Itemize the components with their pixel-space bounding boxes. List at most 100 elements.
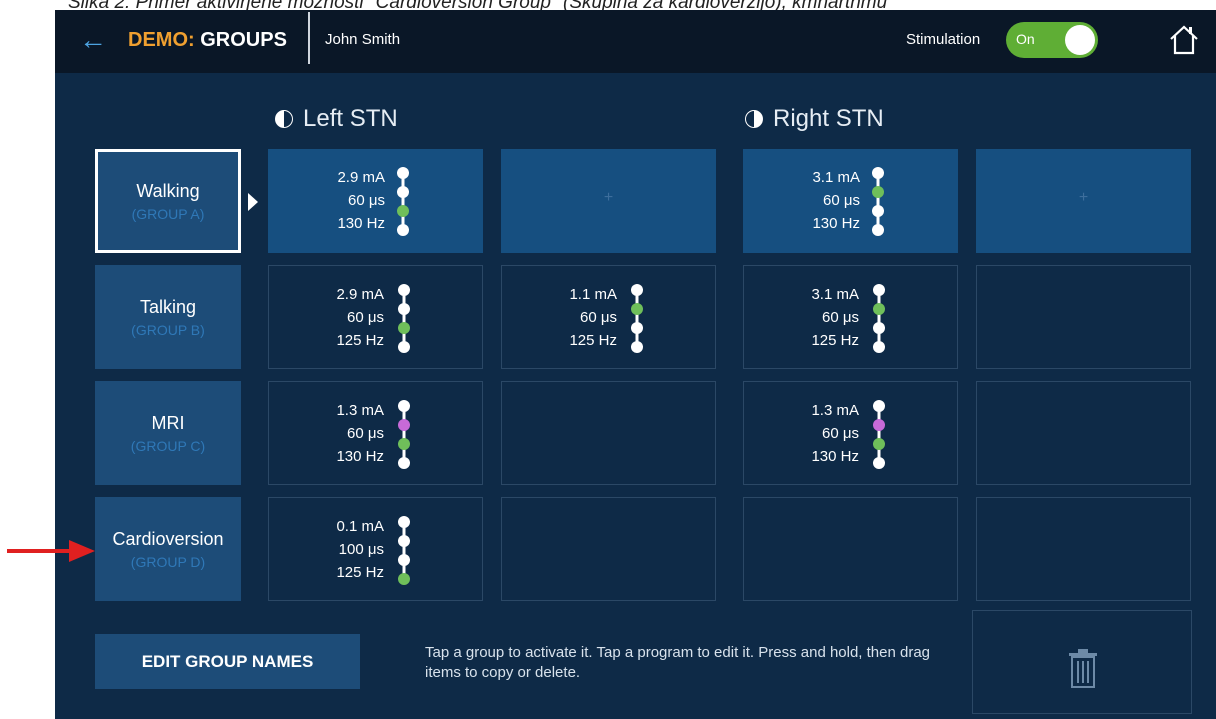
left-stn-label: Left STN bbox=[303, 105, 398, 132]
contact-cathode bbox=[872, 186, 884, 198]
program-freq: 125 Hz bbox=[336, 332, 384, 349]
program-amp: 3.1 mA bbox=[811, 286, 859, 303]
trash-drop-zone[interactable] bbox=[972, 610, 1192, 714]
contact-off bbox=[631, 341, 643, 353]
contact-cathode bbox=[397, 205, 409, 217]
group-talking-button[interactable]: Talking (GROUP B) bbox=[95, 265, 241, 369]
patient-name: John Smith bbox=[325, 31, 401, 48]
toggle-knob bbox=[1065, 25, 1095, 55]
red-callout-arrow-icon bbox=[7, 540, 95, 562]
program-amp: 2.9 mA bbox=[336, 286, 384, 303]
contact-cathode bbox=[631, 303, 643, 315]
lead-contacts-icon bbox=[631, 284, 643, 353]
top-bar: ← DEMO: GROUPS John Smith Stimulation On bbox=[55, 10, 1216, 73]
program-pw: 60 μs bbox=[348, 192, 385, 209]
empty-program-cell[interactable] bbox=[976, 265, 1191, 369]
contact-off bbox=[397, 167, 409, 179]
lead-contacts-icon bbox=[397, 167, 409, 236]
program-amp: 3.1 mA bbox=[812, 169, 860, 186]
program-pw: 60 μs bbox=[347, 309, 384, 326]
lead-contacts-icon bbox=[398, 284, 410, 353]
contact-cathode bbox=[398, 322, 410, 334]
right-stn-label: Right STN bbox=[773, 105, 884, 132]
program-settings: 1.1 mA 60 μs 125 Hz bbox=[569, 283, 617, 352]
contact-off bbox=[873, 457, 885, 469]
add-program-cell[interactable]: + bbox=[976, 149, 1191, 253]
add-program-plus-icon: + bbox=[603, 189, 614, 206]
lead-contacts-icon bbox=[398, 516, 410, 585]
contact-off bbox=[398, 457, 410, 469]
program-freq: 125 Hz bbox=[811, 332, 859, 349]
program-cell[interactable]: 0.1 mA 100 μs 125 Hz bbox=[268, 497, 483, 601]
contact-off bbox=[398, 554, 410, 566]
lead-contacts-icon bbox=[873, 284, 885, 353]
contact-off bbox=[398, 341, 410, 353]
contact-off bbox=[873, 341, 885, 353]
contact-off bbox=[872, 167, 884, 179]
program-cell[interactable]: 1.3 mA 60 μs 130 Hz bbox=[743, 381, 958, 485]
program-amp: 1.3 mA bbox=[811, 402, 859, 419]
group-walking-button[interactable]: Walking (GROUP A) bbox=[95, 149, 241, 253]
group-name: Talking bbox=[139, 296, 197, 317]
contact-off bbox=[398, 516, 410, 528]
contact-cathode bbox=[398, 573, 410, 585]
group-mri-button[interactable]: MRI (GROUP C) bbox=[95, 381, 241, 485]
back-arrow-icon[interactable]: ← bbox=[79, 24, 107, 56]
contact-off bbox=[398, 303, 410, 315]
contact-off bbox=[397, 224, 409, 236]
title-demo: DEMO: bbox=[128, 29, 195, 51]
program-cell[interactable]: 3.1 mA 60 μs 125 Hz bbox=[743, 265, 958, 369]
program-settings: 0.1 mA 100 μs 125 Hz bbox=[336, 515, 384, 584]
program-cell[interactable]: 2.9 mA 60 μs 125 Hz bbox=[268, 265, 483, 369]
lead-contacts-icon bbox=[873, 400, 885, 469]
program-cell[interactable]: 3.1 mA 60 μs 130 Hz bbox=[743, 149, 958, 253]
contact-anode bbox=[873, 419, 885, 431]
right-stn-heading: Right STN bbox=[745, 105, 884, 133]
active-group-pointer-icon bbox=[248, 193, 258, 211]
contact-off bbox=[631, 284, 643, 296]
program-pw: 60 μs bbox=[822, 309, 859, 326]
program-freq: 125 Hz bbox=[336, 564, 384, 581]
contact-off bbox=[398, 284, 410, 296]
help-text: Tap a group to activate it. Tap a progra… bbox=[425, 644, 931, 681]
program-settings: 3.1 mA 60 μs 130 Hz bbox=[812, 166, 860, 235]
program-pw: 60 μs bbox=[347, 425, 384, 442]
edit-group-names-button[interactable]: EDIT GROUP NAMES bbox=[95, 634, 360, 689]
contact-off bbox=[873, 284, 885, 296]
contact-off bbox=[873, 322, 885, 334]
empty-program-cell[interactable] bbox=[976, 381, 1191, 485]
contact-cathode bbox=[398, 438, 410, 450]
group-name: Cardioversion bbox=[112, 528, 224, 549]
contact-off bbox=[872, 205, 884, 217]
left-hemisphere-icon bbox=[275, 110, 293, 128]
empty-program-cell[interactable] bbox=[501, 497, 716, 601]
program-freq: 125 Hz bbox=[569, 332, 617, 349]
empty-program-cell[interactable] bbox=[976, 497, 1191, 601]
program-settings: 1.3 mA 60 μs 130 Hz bbox=[811, 399, 859, 468]
program-pw: 60 μs bbox=[580, 309, 617, 326]
home-icon[interactable] bbox=[1169, 24, 1199, 56]
contact-anode bbox=[398, 419, 410, 431]
program-freq: 130 Hz bbox=[337, 215, 385, 232]
program-settings: 2.9 mA 60 μs 130 Hz bbox=[337, 166, 385, 235]
stimulation-toggle[interactable]: On bbox=[1006, 22, 1098, 58]
empty-program-cell[interactable] bbox=[743, 497, 958, 601]
program-amp: 2.9 mA bbox=[337, 169, 385, 186]
stimulation-label: Stimulation bbox=[906, 31, 981, 48]
program-settings: 3.1 mA 60 μs 125 Hz bbox=[811, 283, 859, 352]
program-cell[interactable]: 1.3 mA 60 μs 130 Hz bbox=[268, 381, 483, 485]
program-freq: 130 Hz bbox=[336, 448, 384, 465]
add-program-cell[interactable]: + bbox=[501, 149, 716, 253]
group-letter: (GROUP A) bbox=[131, 205, 205, 222]
group-cardioversion-button[interactable]: Cardioversion (GROUP D) bbox=[95, 497, 241, 601]
program-pw: 60 μs bbox=[822, 425, 859, 442]
contact-off bbox=[872, 224, 884, 236]
title-divider bbox=[308, 12, 310, 64]
app-window: ← DEMO: GROUPS John Smith Stimulation On… bbox=[55, 10, 1216, 719]
contact-off bbox=[398, 400, 410, 412]
add-program-plus-icon: + bbox=[1078, 189, 1089, 206]
program-cell[interactable]: 2.9 mA 60 μs 130 Hz bbox=[268, 149, 483, 253]
program-pw: 60 μs bbox=[823, 192, 860, 209]
program-cell[interactable]: 1.1 mA 60 μs 125 Hz bbox=[501, 265, 716, 369]
empty-program-cell[interactable] bbox=[501, 381, 716, 485]
